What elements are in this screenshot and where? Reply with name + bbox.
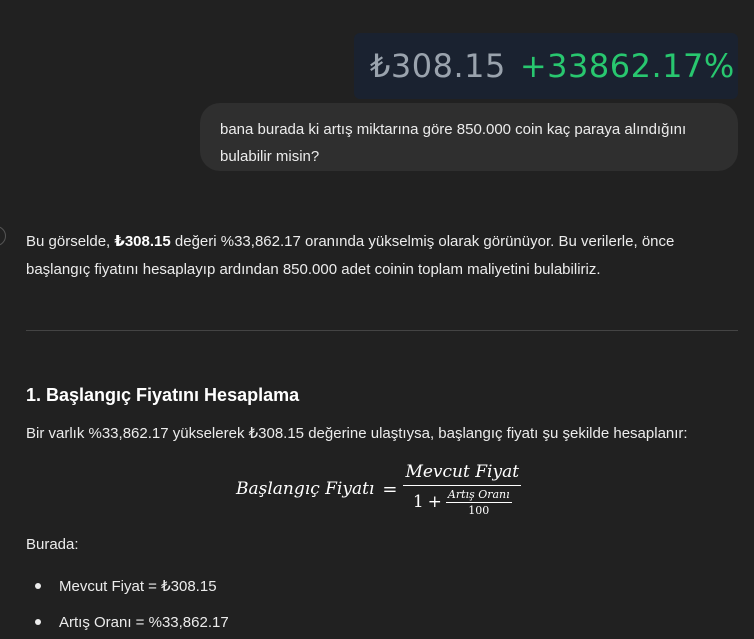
assistant-avatar — [0, 226, 6, 246]
intro-text-middle: değeri %33,862.17 oranında yükselmiş ola… — [170, 233, 675, 250]
formula-equals: = — [382, 478, 398, 500]
where-label: Burada: — [26, 536, 79, 553]
formula-inner-numerator: Artış Oranı — [447, 487, 510, 501]
intro-bold-price: ₺308.15 — [114, 233, 171, 250]
list-item: Artış Oranı = %33,862.17 — [26, 604, 229, 639]
formula-inner-fraction: Artış Oranı 100 — [445, 487, 512, 517]
list-item-text: Mevcut Fiyat = ₺308.15 — [59, 578, 217, 595]
section-divider — [26, 330, 738, 331]
price-change-percent: +33862.17% — [519, 47, 735, 85]
variables-list: Mevcut Fiyat = ₺308.15 Artış Oranı = %33… — [26, 568, 229, 639]
formula-numerator: Mevcut Fiyat — [405, 461, 520, 482]
user-message-line-2: bulabilir misin? — [220, 148, 320, 165]
formula-plus: + — [427, 492, 442, 512]
user-message-bubble: bana burada ki artış miktarına göre 850.… — [200, 103, 738, 171]
price-value: ₺308.15 — [370, 47, 506, 85]
formula-denominator: 1 + Artış Oranı 100 — [413, 486, 512, 517]
chat-page: ₺308.15 +33862.17% bana burada ki artış … — [0, 0, 754, 639]
intro-text-line-2: başlangıç fiyatını hesaplayıp ardından 8… — [26, 261, 601, 278]
user-message-line-1: bana burada ki artış miktarına göre 850.… — [220, 121, 687, 138]
formula-inner-denominator: 100 — [468, 503, 490, 517]
intro-text-start: Bu görselde, — [26, 233, 115, 250]
initial-price-formula: Başlangıç Fiyatı = Mevcut Fiyat 1 + Artı… — [236, 460, 522, 518]
bullet-dot-icon — [35, 583, 41, 589]
formula-one: 1 — [412, 492, 424, 512]
section-heading: 1. Başlangıç Fiyatını Hesaplama — [26, 385, 300, 405]
bullet-dot-icon — [35, 619, 41, 625]
list-item-text: Artış Oranı = %33,862.17 — [59, 613, 229, 631]
assistant-intro-paragraph: Bu görselde, ₺308.15 değeri %33,862.17 o… — [26, 228, 726, 284]
price-screenshot: ₺308.15 +33862.17% — [354, 33, 738, 99]
list-item: Mevcut Fiyat = ₺308.15 — [26, 568, 229, 604]
formula-fraction: Mevcut Fiyat 1 + Artış Oranı 100 — [403, 461, 522, 517]
section-intro-text: Bir varlık %33,862.17 yükselerek ₺308.15… — [26, 425, 688, 442]
formula-lhs: Başlangıç Fiyatı — [236, 479, 375, 499]
